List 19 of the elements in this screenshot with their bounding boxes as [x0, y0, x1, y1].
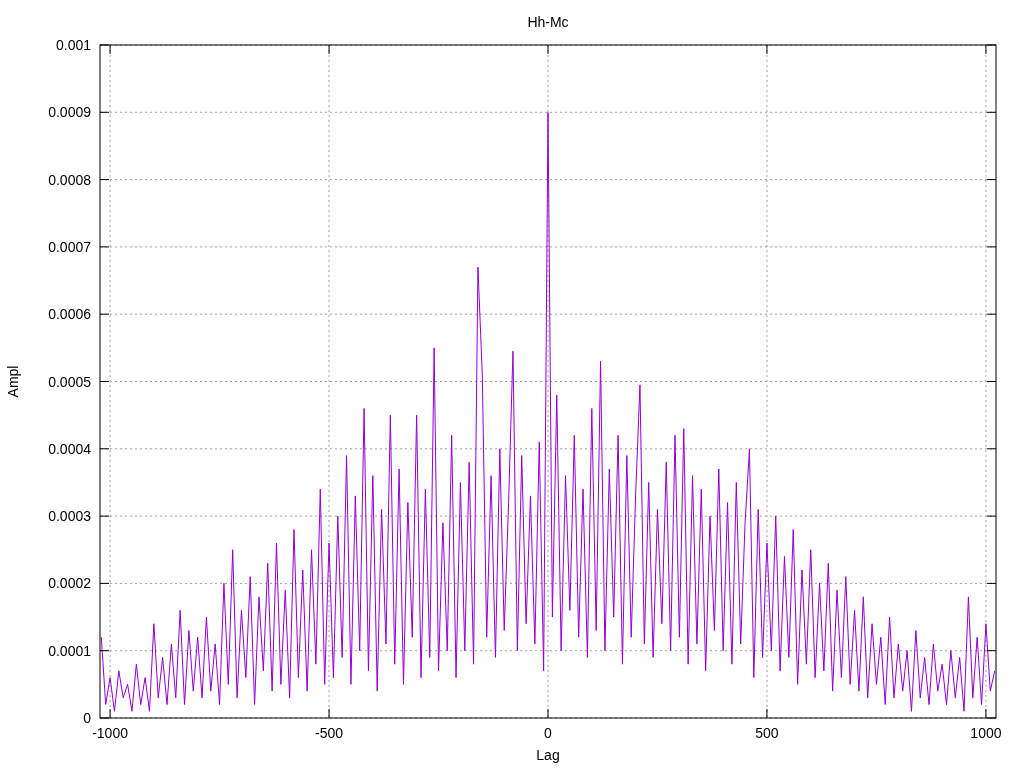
- tick-label: 0: [83, 710, 91, 726]
- axis-label: Lag: [536, 747, 560, 763]
- tick-label: 0.0007: [48, 238, 91, 255]
- tick-label: 0.0006: [48, 306, 91, 323]
- tick-label: 500: [755, 725, 779, 741]
- tick-label: 0.001: [55, 37, 91, 53]
- chart-title: Hh-Mc: [527, 14, 569, 30]
- tick-label: 0.0004: [48, 440, 91, 457]
- tick-label: -500: [315, 725, 344, 741]
- tick-label: 0.0002: [48, 575, 91, 592]
- tick-label: 0.0005: [48, 373, 91, 390]
- tick-label: 0.0001: [48, 642, 91, 659]
- tick-label: 0.0008: [48, 171, 91, 188]
- tick-label: -1000: [92, 725, 128, 741]
- tick-label: 0.0009: [48, 104, 91, 121]
- tick-label: 1000: [970, 725, 1002, 741]
- tick-label: 0: [544, 725, 552, 741]
- axis-label: Ampl: [5, 365, 21, 398]
- tick-label: 0.0003: [48, 508, 91, 525]
